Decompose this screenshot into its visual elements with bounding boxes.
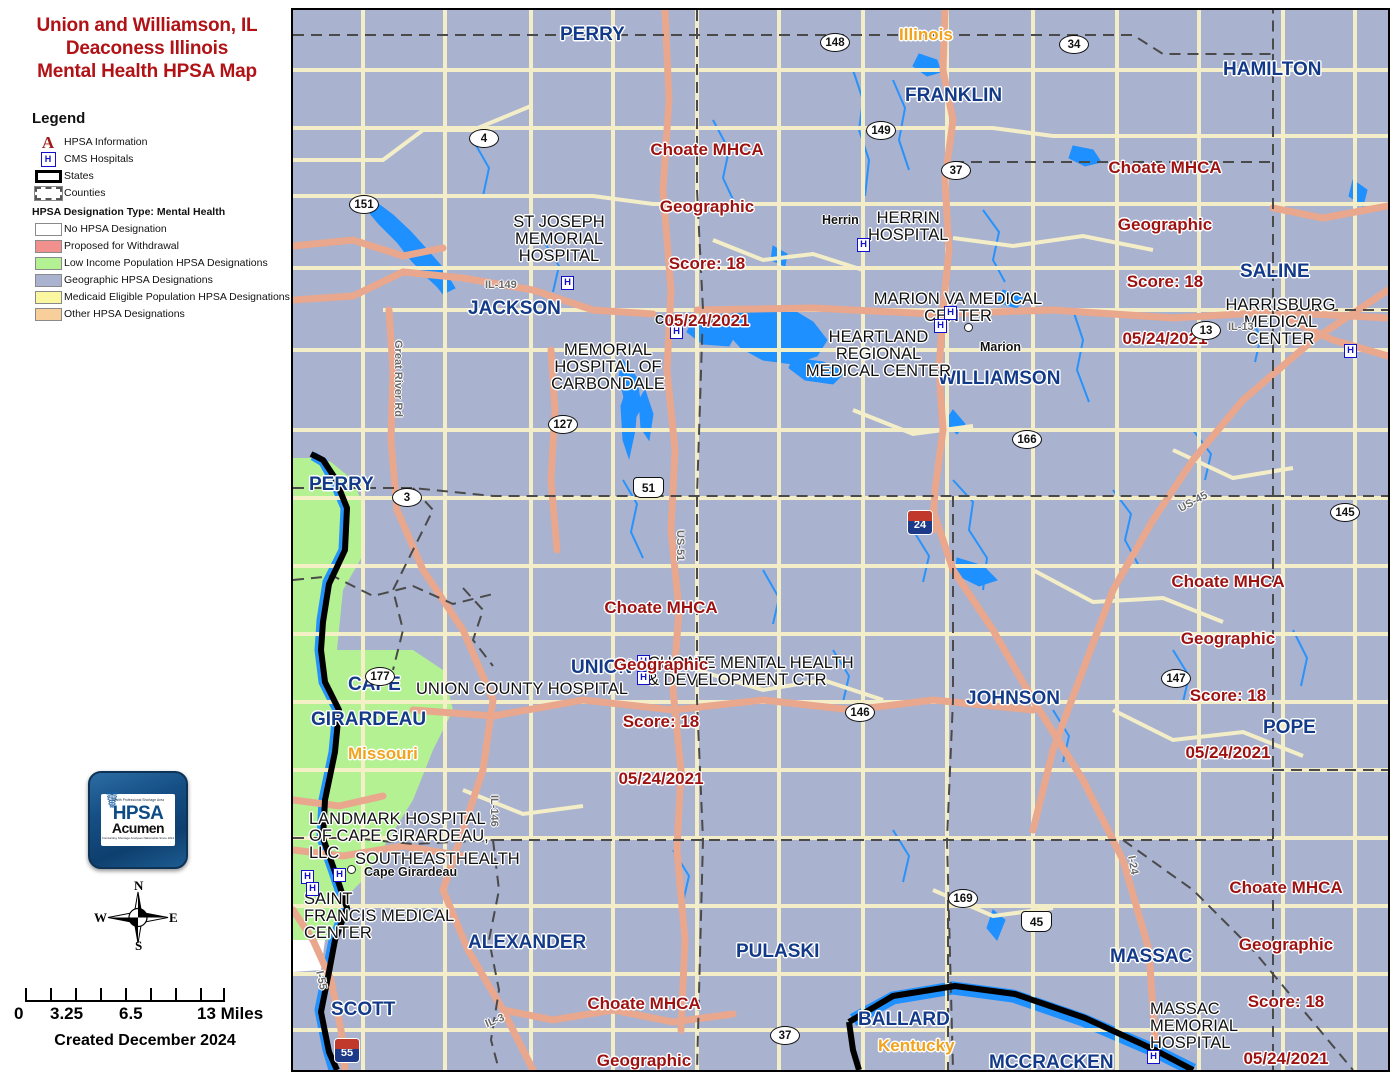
legend-panel: Union and Williamson, IL Deaconess Illin… [0, 0, 291, 1080]
legend-label: Counties [64, 187, 106, 199]
route-shield-3[interactable]: 3 [392, 488, 422, 507]
legend-label: Other HPSA Designations [64, 308, 185, 320]
map-canvas[interactable]: PERRY FRANKLIN HAMILTON JACKSON SALINE W… [291, 8, 1390, 1072]
legend-item-proposed-withdrawal: Proposed for Withdrawal [32, 238, 287, 254]
legend-item-counties: Counties [32, 185, 287, 201]
swatch-geographic [34, 273, 62, 287]
legend-label: No HPSA Designation [64, 223, 167, 235]
legend-item-no-designation: No HPSA Designation [32, 221, 287, 237]
base-geographic-fill [293, 10, 1388, 1070]
legend-item-other: Other HPSA Designations [32, 306, 287, 322]
swatch-low-income [34, 256, 62, 270]
route-shield-37-south[interactable]: 37 [770, 1026, 800, 1045]
map-geometry [293, 10, 1388, 1070]
route-shield-37-north[interactable]: 37 [941, 161, 971, 180]
compass-needle-icon [107, 891, 169, 944]
designation-type-heading: HPSA Designation Type: Mental Health [32, 206, 226, 218]
scale-tick-13: 13 Miles [197, 1004, 264, 1023]
counties-boundary-icon [32, 185, 64, 201]
scale-tick-325: 3.25 [50, 1004, 84, 1023]
scale-tick-65: 6.5 [119, 1004, 143, 1023]
swatch-other [34, 307, 62, 321]
cms-hospital-icon[interactable]: H [944, 306, 957, 320]
cms-hospital-icon: H [32, 151, 64, 167]
cms-hospital-icon[interactable]: H [306, 882, 319, 896]
cms-hospital-icon[interactable]: H [637, 655, 650, 669]
legend-item-hpsa-information: A HPSA Information [32, 132, 287, 152]
route-shield-34[interactable]: 34 [1059, 35, 1089, 54]
swatch-proposed-withdrawal [34, 239, 62, 253]
hpsa-information-icon: A [41, 132, 55, 152]
logo-tagline-bottom: Conducting Shortage Analyses Nationwide … [101, 835, 175, 840]
route-shield-us45[interactable]: 45 [1021, 911, 1052, 932]
legend-item-geographic: Geographic HPSA Designations [32, 272, 287, 288]
logo-name-bottom: Acumen [111, 819, 165, 836]
route-shield-146[interactable]: 146 [845, 703, 875, 722]
legend-item-medicaid-eligible: Medicaid Eligible Population HPSA Design… [32, 289, 290, 305]
cms-hospital-icon[interactable]: H [333, 868, 346, 882]
title-line-3: Mental Health HPSA Map [37, 61, 257, 82]
legend-item-cms-hospitals: H CMS Hospitals [32, 151, 287, 167]
city-dot-marion [964, 323, 973, 332]
legend-label: HPSA Information [64, 136, 148, 148]
legend-label: Geographic HPSA Designations [64, 274, 213, 286]
route-shield-127[interactable]: 127 [548, 415, 578, 434]
caduceus-icon: ☤ [104, 787, 121, 814]
route-shield-177[interactable]: 177 [365, 667, 395, 686]
scale-bar [25, 988, 225, 1002]
cms-hospital-icon[interactable]: H [857, 238, 870, 252]
legend-label: Proposed for Withdrawal [64, 240, 179, 252]
compass-rose: N W E S [93, 878, 183, 955]
legend-heading: Legend [32, 110, 86, 127]
route-shield-i55-number: 55 [340, 1047, 354, 1059]
cms-hospital-icon[interactable]: H [1147, 1050, 1160, 1064]
route-shield-166[interactable]: 166 [1012, 430, 1042, 449]
swatch-no-designation [34, 222, 62, 236]
route-shield-us51[interactable]: 51 [633, 477, 664, 498]
route-shield-i24[interactable]: 24 [907, 510, 933, 535]
legend-label: States [64, 170, 94, 182]
legend-label: Medicaid Eligible Population HPSA Design… [64, 291, 290, 303]
swatch-medicaid-eligible [34, 290, 62, 304]
legend-label: CMS Hospitals [64, 153, 134, 165]
legend-item-low-income: Low Income Population HPSA Designations [32, 255, 287, 271]
legend-item-states: States [32, 168, 287, 184]
cms-hospital-icon[interactable]: H [934, 319, 947, 333]
city-dot-cape-girardeau [347, 865, 356, 874]
states-boundary-icon [32, 169, 64, 183]
route-shield-4[interactable]: 4 [469, 129, 499, 148]
route-shield-149[interactable]: 149 [866, 121, 896, 140]
cms-hospital-icon[interactable]: H [670, 325, 683, 339]
legend-label: Low Income Population HPSA Designations [64, 257, 268, 269]
scale-bar-labels: 0 3.25 6.5 13 Miles [14, 1004, 264, 1023]
legend: Legend A HPSA Information H CMS Hospital… [32, 110, 290, 323]
route-shield-169[interactable]: 169 [948, 889, 978, 908]
route-shield-i55[interactable]: 55 [334, 1038, 360, 1063]
scale-tick-0: 0 [14, 1004, 24, 1023]
route-shield-13[interactable]: 13 [1191, 321, 1221, 340]
route-shield-151[interactable]: 151 [349, 195, 379, 214]
created-date: Created December 2024 [54, 1032, 236, 1049]
cms-hospital-icon[interactable]: H [637, 671, 650, 685]
page-title: Union and Williamson, IL Deaconess Illin… [8, 14, 286, 83]
cms-hospital-icon[interactable]: H [1344, 344, 1357, 358]
route-shield-147[interactable]: 147 [1161, 669, 1191, 688]
route-shield-148[interactable]: 148 [820, 33, 850, 52]
title-line-2: Deaconess Illinois [65, 38, 229, 59]
title-line-1: Union and Williamson, IL [36, 15, 258, 36]
low-income-region-missouri-north [293, 458, 313, 940]
route-shield-145[interactable]: 145 [1330, 503, 1360, 522]
route-shield-i24-number: 24 [913, 519, 927, 531]
cms-hospital-icon[interactable]: H [561, 276, 574, 290]
hpsa-acumen-logo: ☤ Health Professional Shortage Area HPSA… [88, 771, 188, 869]
